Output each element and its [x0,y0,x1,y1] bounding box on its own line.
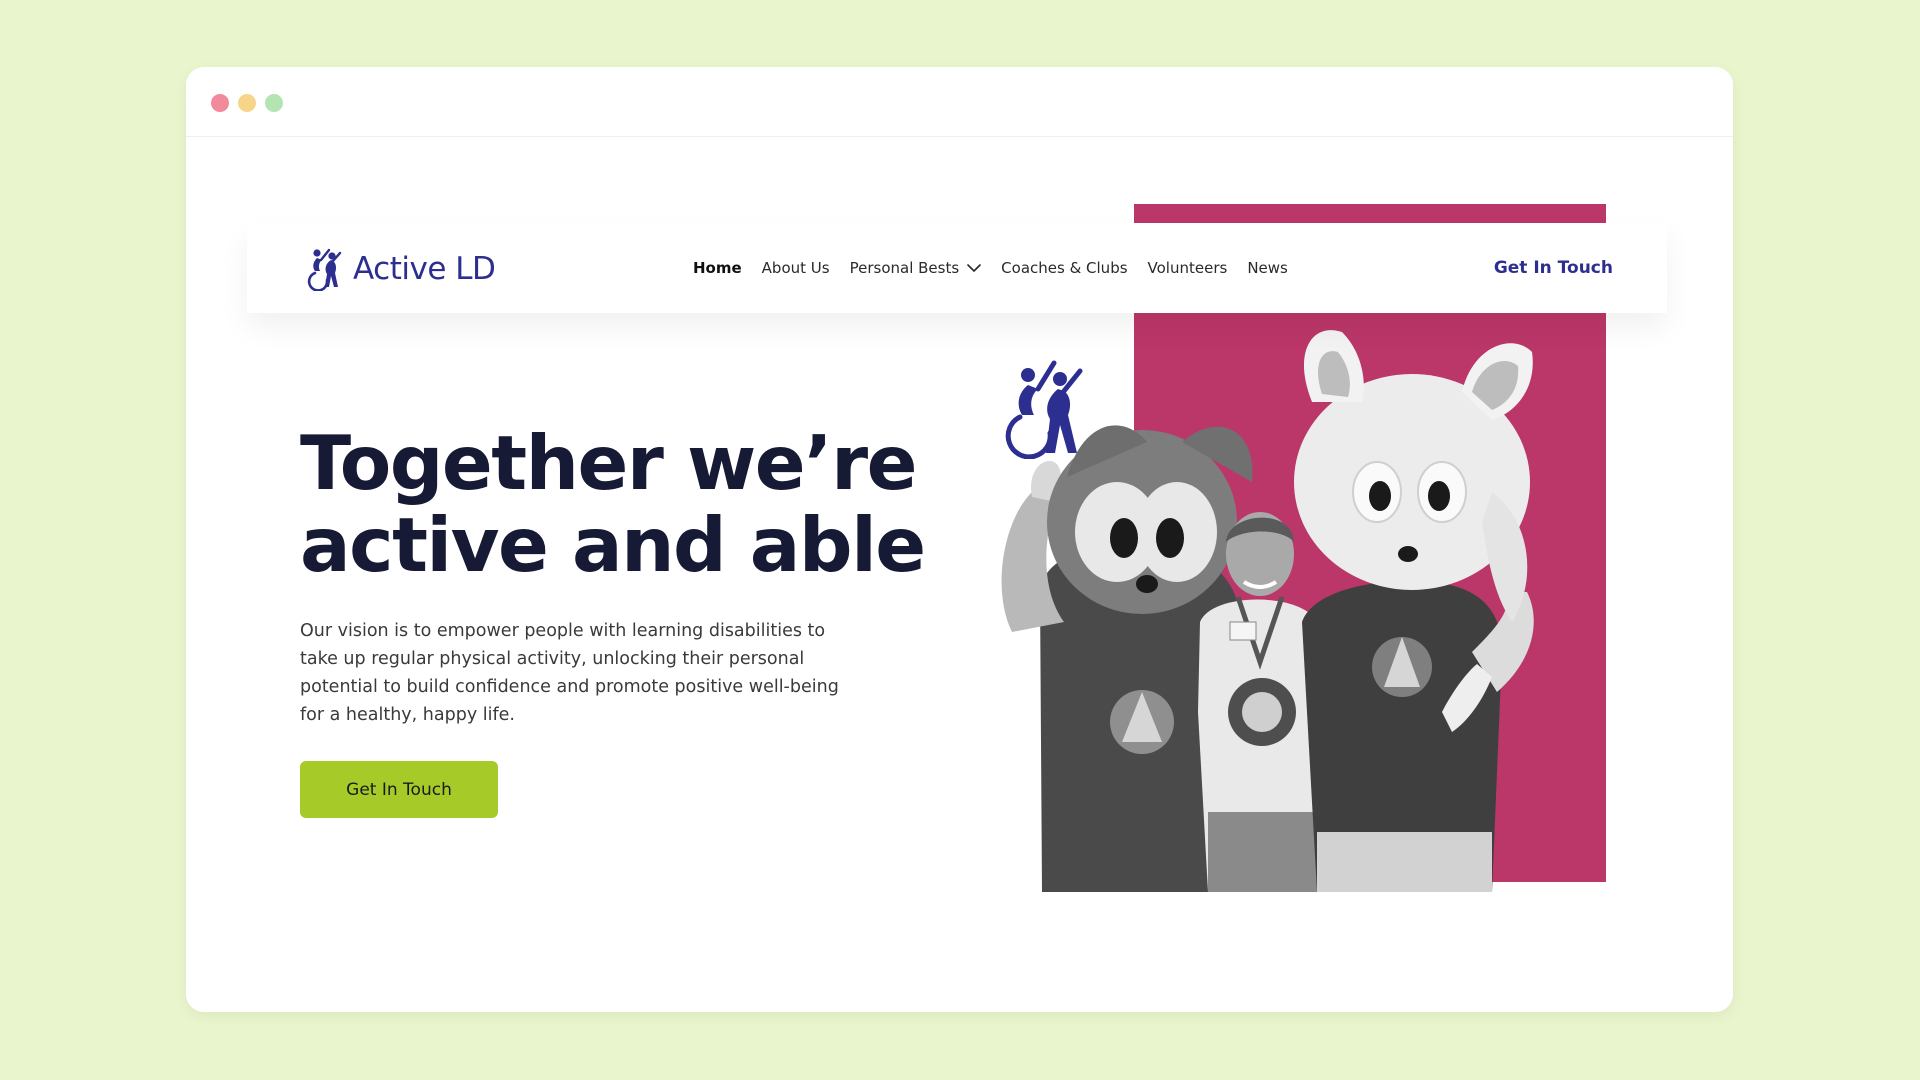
hero-title-line-1: Together we’re [300,419,918,507]
site-logo[interactable]: Active LD [305,247,496,291]
nav-item-home[interactable]: Home [693,259,742,277]
hero-title: Together we’re active and able [300,422,940,586]
brand-mark-icon [1005,360,1083,459]
nav-item-personal-bests[interactable]: Personal Bests [850,259,982,277]
hero-description: Our vision is to empower people with lea… [300,621,839,725]
nav-get-in-touch-link[interactable]: Get In Touch [1494,223,1613,313]
hero-title-line-2: active and able [300,501,926,589]
chevron-down-icon [967,263,981,272]
wheelchair-and-runner-logo-icon [307,248,342,291]
nav-item-coaches-clubs[interactable]: Coaches & Clubs [1001,259,1127,277]
maximize-window-button[interactable] [265,94,283,112]
window-titlebar [186,67,1733,137]
close-window-button[interactable] [211,94,229,112]
minimize-window-button[interactable] [238,94,256,112]
nav-item-volunteers[interactable]: Volunteers [1148,259,1228,277]
primary-navigation: Home About Us Personal Bests Coaches & C… [693,223,1308,313]
nav-item-about-us[interactable]: About Us [762,259,830,277]
page-viewport: Active LD Home About Us Personal Bests C… [186,137,1733,1012]
logo-wordmark: Active LD [353,251,496,287]
site-navbar: Active LD Home About Us Personal Bests C… [247,223,1667,313]
hero-get-in-touch-button[interactable]: Get In Touch [300,761,498,818]
nav-item-personal-bests-label: Personal Bests [849,259,960,277]
browser-window: Active LD Home About Us Personal Bests C… [186,67,1733,1012]
nav-item-news[interactable]: News [1247,259,1288,277]
